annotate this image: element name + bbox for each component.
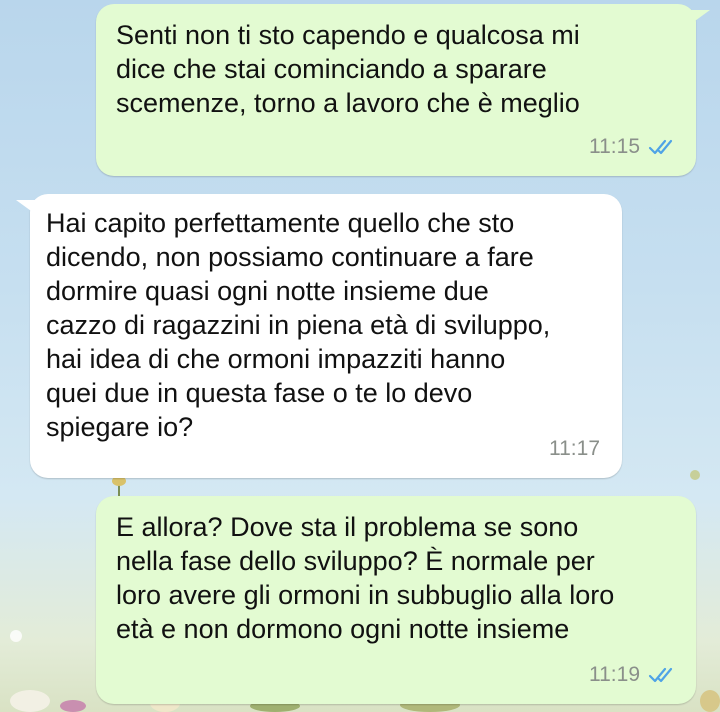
message-timestamp: 11:19 [589,663,640,686]
message-meta: 11:17 [549,432,600,466]
message-meta: 11:19 [589,658,678,692]
bubble-tail [16,200,38,216]
message-text: Hai capito perfettamente quello che sto … [46,208,551,442]
bubble-tail [688,10,710,26]
double-check-icon [648,139,673,155]
message-meta: 11:15 [589,130,678,164]
chat-message-outgoing[interactable]: E allora? Dove sta il problema se sono n… [96,496,696,704]
double-check-icon [648,667,673,683]
message-timestamp: 11:17 [549,437,600,460]
chat-message-incoming[interactable]: Hai capito perfettamente quello che sto … [16,194,622,478]
message-timestamp: 11:15 [589,135,640,158]
chat-message-outgoing[interactable]: Senti non ti sto capendo e qualcosa mi d… [96,4,710,176]
message-text: Senti non ti sto capendo e qualcosa mi d… [116,20,580,118]
message-text: E allora? Dove sta il problema se sono n… [116,512,615,644]
